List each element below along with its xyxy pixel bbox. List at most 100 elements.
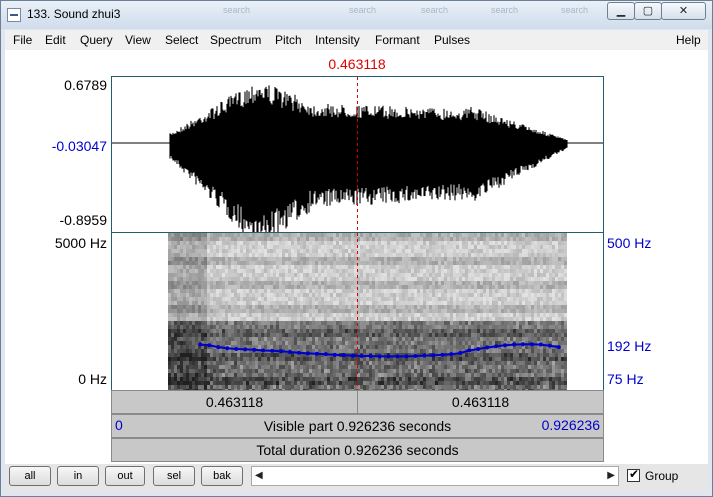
horizontal-scrollbar[interactable]: ◀ ▶: [251, 466, 619, 486]
zoom-out-button[interactable]: out: [105, 466, 145, 486]
pitch-point: [520, 342, 525, 347]
pitch-point: [476, 346, 481, 351]
menu-intensity[interactable]: Intensity: [315, 33, 360, 47]
group-checkbox[interactable]: ✔: [627, 467, 640, 482]
zoom-to-selection-button[interactable]: sel: [153, 466, 195, 486]
pitch-point: [377, 354, 382, 359]
pitch-point: [395, 354, 400, 359]
spectrogram-texture: [168, 233, 567, 390]
pitch-point: [494, 344, 499, 349]
menu-bar: File Edit Query View Select Spectrum Pit…: [5, 30, 708, 51]
time-segment-right-label: 0.463118: [451, 394, 510, 410]
pitch-point: [368, 354, 373, 359]
time-segment-right[interactable]: 0.463118: [357, 390, 604, 414]
checkmark-icon: ✔: [629, 467, 640, 481]
spectrogram-top-frequency-label: 5000 Hz: [54, 235, 107, 251]
pitch-point: [287, 349, 292, 354]
pitch-point: [270, 348, 275, 353]
background-window-ghost: search: [421, 5, 449, 15]
minimize-button[interactable]: ▁: [607, 2, 635, 20]
praat-sound-window: 133. Sound zhui3 search search search se…: [0, 0, 713, 497]
scroll-left-arrow-icon[interactable]: ◀: [255, 470, 263, 481]
waveform-trace: [169, 85, 568, 232]
pitch-point: [234, 346, 239, 351]
pitch-point: [485, 345, 490, 350]
total-duration-label: Total duration 0.926236 seconds: [256, 442, 459, 458]
pitch-point: [225, 346, 230, 351]
pitch-point: [332, 352, 337, 357]
pitch-top-label: 500 Hz: [607, 235, 652, 251]
app-icon: [7, 8, 21, 22]
pitch-point: [538, 342, 543, 347]
pitch-point: [404, 354, 409, 359]
menu-spectrum[interactable]: Spectrum: [210, 33, 261, 47]
pitch-point: [503, 343, 508, 348]
pitch-point: [261, 348, 266, 353]
pitch-point: [279, 349, 284, 354]
background-window-ghost: search: [561, 5, 589, 15]
zoom-in-button[interactable]: in: [57, 466, 99, 486]
pitch-point: [323, 352, 328, 357]
spectrogram-bottom-frequency-label: 0 Hz: [78, 371, 107, 387]
pitch-point: [458, 351, 463, 356]
menu-formant[interactable]: Formant: [375, 33, 420, 47]
pitch-point: [449, 352, 454, 357]
pitch-point: [413, 354, 418, 359]
pitch-point: [359, 354, 364, 359]
pitch-point: [547, 343, 552, 348]
pitch-mid-label: 192 Hz: [607, 338, 652, 354]
show-all-button[interactable]: all: [9, 466, 51, 486]
pitch-point: [305, 351, 310, 356]
waveform-zero-label: -0.03047: [51, 138, 107, 154]
visible-part-label: Visible part 0.926236 seconds: [263, 418, 452, 434]
spectrogram-panel[interactable]: [111, 233, 604, 390]
waveform-plot: [112, 77, 603, 232]
pitch-point: [314, 351, 319, 356]
pitch-point: [529, 342, 534, 347]
visible-start-label: 0: [115, 417, 123, 433]
pitch-point: [341, 353, 346, 358]
visible-end-label: 0.926236: [541, 417, 600, 433]
minimize-icon: ▁: [616, 5, 626, 17]
background-window-ghost: search: [491, 5, 519, 15]
pitch-point: [252, 347, 257, 352]
pitch-point: [440, 352, 445, 357]
time-segment-left[interactable]: 0.463118: [111, 390, 358, 414]
total-duration-bar[interactable]: Total duration 0.926236 seconds: [111, 438, 604, 462]
pitch-point: [431, 353, 436, 358]
visible-part-bar[interactable]: Visible part 0.926236 seconds: [111, 414, 604, 438]
menu-edit[interactable]: Edit: [45, 33, 66, 47]
close-icon: ✕: [678, 5, 689, 17]
menu-help[interactable]: Help: [676, 33, 701, 47]
close-button[interactable]: ✕: [661, 2, 706, 20]
zoom-back-button[interactable]: bak: [201, 466, 243, 486]
pitch-bottom-label: 75 Hz: [607, 371, 644, 387]
waveform-panel[interactable]: [111, 76, 604, 233]
pitch-point: [216, 345, 221, 350]
background-window-ghost: search: [349, 5, 377, 15]
pitch-point: [207, 343, 212, 348]
pitch-point: [556, 345, 561, 350]
pitch-point: [243, 347, 248, 352]
menu-query[interactable]: Query: [80, 33, 113, 47]
menu-view[interactable]: View: [125, 33, 151, 47]
menu-pitch[interactable]: Pitch: [275, 33, 302, 47]
time-segment-left-label: 0.463118: [205, 394, 264, 410]
maximize-button[interactable]: ▢: [634, 2, 662, 20]
pitch-point: [386, 354, 391, 359]
scroll-right-arrow-icon[interactable]: ▶: [607, 470, 615, 481]
spectrogram-plot: [112, 233, 603, 390]
menu-pulses[interactable]: Pulses: [434, 33, 470, 47]
title-bar[interactable]: 133. Sound zhui3 search search search se…: [1, 1, 712, 29]
menu-select[interactable]: Select: [165, 33, 198, 47]
pitch-point: [296, 350, 301, 355]
pitch-point: [422, 353, 427, 358]
pitch-point: [350, 353, 355, 358]
menu-file[interactable]: File: [13, 33, 32, 47]
maximize-icon: ▢: [642, 5, 654, 17]
cursor-time-label: 0.463118: [328, 56, 386, 72]
waveform-max-label: 0.6789: [64, 77, 107, 93]
group-label: Group: [645, 469, 679, 483]
background-window-ghost: search: [223, 5, 251, 15]
pitch-point: [467, 348, 472, 353]
